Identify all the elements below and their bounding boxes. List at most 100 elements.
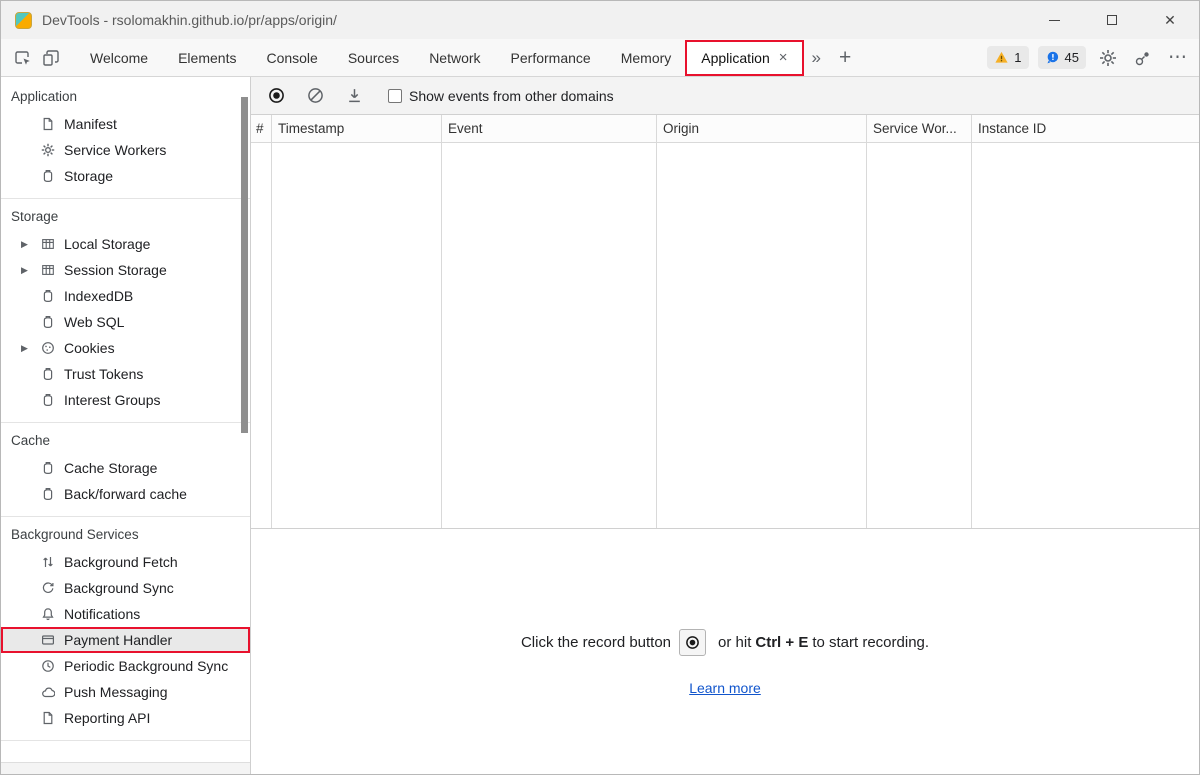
expand-caret-icon[interactable]: ▶ [21, 265, 40, 276]
column-header-origin[interactable]: Origin [657, 115, 867, 142]
show-other-domains-label[interactable]: Show events from other domains [409, 88, 614, 104]
inline-record-button[interactable] [679, 629, 706, 656]
sidebar-item-service-workers[interactable]: Service Workers [1, 137, 250, 163]
focus-mode-icon [1134, 49, 1152, 67]
expand-caret-icon[interactable]: ▶ [21, 343, 40, 354]
sidebar-item-trust-tokens[interactable]: Trust Tokens [1, 361, 250, 387]
periodic-sync-clock-icon [40, 658, 56, 674]
column-header-service-worker[interactable]: Service Wor... [867, 115, 972, 142]
devtools-logo-icon [15, 12, 32, 29]
tab-application[interactable]: Application × [686, 41, 802, 75]
maximize-icon [1107, 15, 1117, 25]
gear-icon [1099, 49, 1117, 67]
warnings-badge[interactable]: 1 [987, 46, 1028, 69]
tab-welcome[interactable]: Welcome [75, 41, 163, 75]
issues-badge[interactable]: 45 [1038, 46, 1086, 69]
sidebar-item-cookies[interactable]: ▶ Cookies [1, 335, 250, 361]
clear-events-button[interactable] [304, 85, 326, 107]
expand-caret-icon[interactable]: ▶ [21, 239, 40, 250]
section-title-background-services: Background Services [1, 524, 250, 549]
panel-tabs: Welcome Elements Console Sources Network… [75, 39, 860, 77]
interest-groups-jar-icon [40, 392, 56, 408]
background-fetch-arrows-icon [40, 554, 56, 570]
events-table-header: # Timestamp Event Origin Service Wor... … [251, 115, 1199, 143]
sidebar-item-session-storage[interactable]: ▶ Session Storage [1, 257, 250, 283]
tabbar-right-controls: 1 45 [987, 45, 1191, 71]
maximize-button[interactable] [1083, 1, 1141, 39]
session-storage-table-icon [40, 262, 56, 278]
storage-jar-icon [40, 168, 56, 184]
download-icon [346, 87, 363, 104]
cookie-icon [40, 340, 56, 356]
sidebar-item-back-forward-cache[interactable]: Back/forward cache [1, 481, 250, 507]
tab-network[interactable]: Network [414, 41, 495, 75]
background-sync-icon [40, 580, 56, 596]
tab-performance[interactable]: Performance [496, 41, 606, 75]
sidebar-item-web-sql[interactable]: Web SQL [1, 309, 250, 335]
tab-close-icon[interactable]: × [779, 50, 788, 65]
titlebar: DevTools - rsolomakhin.github.io/pr/apps… [1, 1, 1199, 39]
settings-button[interactable] [1095, 45, 1121, 71]
sidebar-item-periodic-background-sync[interactable]: Periodic Background Sync [1, 653, 250, 679]
push-messaging-cloud-icon [40, 684, 56, 700]
section-background-services: Background Services Background Fetch [1, 517, 250, 741]
column-header-event[interactable]: Event [442, 115, 657, 142]
tab-elements[interactable]: Elements [163, 41, 251, 75]
tab-memory[interactable]: Memory [606, 41, 687, 75]
column-header-number[interactable]: # [251, 115, 272, 142]
application-panel: Application Manifest [1, 77, 1199, 774]
sidebar-item-push-messaging[interactable]: Push Messaging [1, 679, 250, 705]
tab-sources[interactable]: Sources [333, 41, 414, 75]
notifications-bell-icon [40, 606, 56, 622]
domain-filter-group: Show events from other domains [388, 88, 614, 104]
tab-console[interactable]: Console [251, 41, 332, 75]
payment-handler-main-panel: Show events from other domains # Timesta… [251, 77, 1199, 774]
close-icon: ✕ [1164, 13, 1176, 27]
sidebar-item-notifications[interactable]: Notifications [1, 601, 250, 627]
learn-more-link[interactable]: Learn more [689, 680, 761, 696]
cache-storage-jar-icon [40, 460, 56, 476]
reporting-api-document-icon [40, 710, 56, 726]
warnings-count: 1 [1014, 50, 1021, 65]
device-toolbar-button[interactable] [37, 43, 65, 73]
save-events-button[interactable] [343, 85, 365, 107]
local-storage-table-icon [40, 236, 56, 252]
sidebar-item-cache-storage[interactable]: Cache Storage [1, 455, 250, 481]
minimize-button[interactable] [1025, 1, 1083, 39]
sidebar-vertical-scrollbar[interactable] [241, 97, 248, 433]
close-button[interactable]: ✕ [1141, 1, 1199, 39]
more-tabs-button[interactable]: » [803, 48, 830, 68]
sidebar-item-payment-handler[interactable]: Payment Handler [1, 627, 250, 653]
record-events-button[interactable] [265, 85, 287, 107]
sidebar-horizontal-scrollbar[interactable] [1, 762, 250, 774]
sidebar-item-storage[interactable]: Storage [1, 163, 250, 189]
sidebar-item-background-fetch[interactable]: Background Fetch [1, 549, 250, 575]
clear-block-icon [307, 87, 324, 104]
inspect-element-button[interactable] [9, 43, 37, 73]
show-other-domains-checkbox[interactable] [388, 89, 402, 103]
record-icon [685, 635, 700, 650]
column-header-instance-id[interactable]: Instance ID [972, 115, 1199, 142]
sidebar-item-manifest[interactable]: Manifest [1, 111, 250, 137]
sidebar-item-background-sync[interactable]: Background Sync [1, 575, 250, 601]
device-toolbar-icon [42, 49, 60, 67]
web-sql-database-icon [40, 314, 56, 330]
payment-handler-card-icon [40, 632, 56, 648]
sidebar-item-reporting-api[interactable]: Reporting API [1, 705, 250, 731]
sidebar-item-interest-groups[interactable]: Interest Groups [1, 387, 250, 413]
focus-mode-button[interactable] [1130, 45, 1156, 71]
back-forward-cache-jar-icon [40, 486, 56, 502]
minimize-icon [1049, 20, 1060, 21]
warning-triangle-icon [994, 50, 1009, 65]
sidebar-item-indexeddb[interactable]: IndexedDB [1, 283, 250, 309]
devtools-window: DevTools - rsolomakhin.github.io/pr/apps… [0, 0, 1200, 775]
column-header-timestamp[interactable]: Timestamp [272, 115, 442, 142]
add-tab-button[interactable]: + [830, 46, 860, 70]
devtools-menu-button[interactable]: ⋯ [1165, 45, 1191, 71]
empty-state-message: Click the record button or hit Ctrl + E … [521, 629, 929, 656]
sidebar-item-local-storage[interactable]: ▶ Local Storage [1, 231, 250, 257]
inspect-cursor-icon [14, 49, 32, 67]
issues-count: 45 [1065, 50, 1079, 65]
section-title-application: Application [1, 86, 250, 111]
three-dots-icon: ⋯ [1168, 46, 1188, 69]
